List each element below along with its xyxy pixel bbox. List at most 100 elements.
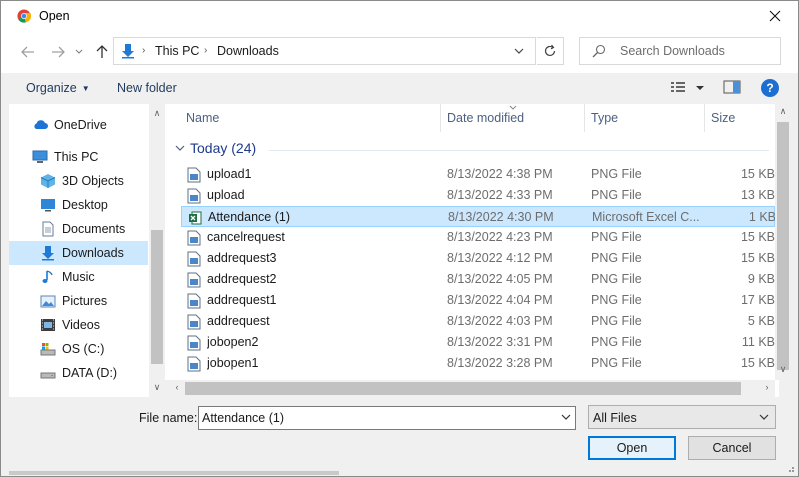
file-type: PNG File [591, 293, 642, 307]
file-name-input[interactable] [199, 407, 554, 429]
back-button[interactable] [17, 41, 39, 63]
command-toolbar: Organize ▼ New folder ? [1, 73, 798, 104]
organize-label: Organize [26, 81, 77, 95]
file-row[interactable]: jobopen2 8/13/2022 3:31 PM PNG File 11 K… [181, 332, 775, 353]
nav-item-downloads[interactable]: Downloads [9, 241, 148, 265]
nav-label: Desktop [62, 198, 108, 212]
file-list-horizontal-scrollbar[interactable]: ‹ › [165, 380, 775, 397]
scrollbar-thumb[interactable] [151, 230, 163, 364]
file-date: 8/13/2022 4:23 PM [447, 230, 553, 244]
resize-grip-icon[interactable] [785, 463, 795, 473]
file-row[interactable]: addrequest3 8/13/2022 4:12 PM PNG File 1… [181, 248, 775, 269]
scrollbar-thumb[interactable] [777, 122, 789, 370]
recent-locations-button[interactable] [73, 41, 85, 63]
new-folder-button[interactable]: New folder [117, 81, 177, 95]
nav-item-pictures[interactable]: Pictures [9, 289, 148, 313]
chevron-down-icon [75, 49, 83, 54]
file-row-selected[interactable]: Attendance (1) 8/13/2022 4:30 PM Microso… [181, 206, 776, 227]
file-size: 15 KB [740, 251, 775, 265]
open-file-dialog: Open › This PC › Downloads Search Downlo… [0, 0, 799, 477]
nav-item-data-d[interactable]: DATA (D:) [9, 361, 148, 385]
search-icon [592, 44, 606, 58]
help-button[interactable]: ? [761, 79, 779, 97]
arrow-right-icon [52, 46, 65, 58]
file-name: jobopen2 [207, 335, 259, 349]
status-strip [9, 471, 339, 475]
file-type-filter[interactable]: All Files [588, 405, 776, 429]
file-type: PNG File [591, 251, 642, 265]
open-button[interactable]: Open [588, 436, 676, 460]
breadcrumb-separator: › [142, 45, 146, 56]
3d-objects-icon [40, 174, 56, 188]
file-name-combobox[interactable] [198, 406, 576, 430]
scroll-down-icon[interactable]: ∨ [775, 364, 791, 375]
scrollbar-thumb[interactable] [185, 382, 741, 395]
chevron-down-icon[interactable] [561, 414, 571, 421]
file-row[interactable]: jobopen1 8/13/2022 3:28 PM PNG File 15 K… [181, 353, 775, 374]
png-file-icon [187, 272, 201, 288]
column-header-size[interactable]: Size [705, 104, 775, 132]
downloads-icon [42, 246, 54, 261]
forward-button[interactable] [47, 41, 69, 63]
change-view-button[interactable] [669, 79, 709, 97]
file-row[interactable]: addrequest2 8/13/2022 4:05 PM PNG File 9… [181, 269, 775, 290]
file-size: 17 KB [740, 293, 775, 307]
png-file-icon [187, 293, 201, 309]
file-row[interactable]: cancelrequest 8/13/2022 4:23 PM PNG File… [181, 227, 775, 248]
caret-down-icon: ▼ [81, 84, 90, 93]
desktop-icon [41, 199, 55, 212]
file-row[interactable]: addrequest1 8/13/2022 4:04 PM PNG File 1… [181, 290, 775, 311]
png-file-icon [187, 167, 201, 183]
refresh-button[interactable] [537, 37, 564, 65]
file-name: addrequest2 [207, 272, 277, 286]
scroll-up-icon[interactable]: ∧ [775, 106, 791, 117]
nav-item-desktop[interactable]: Desktop [9, 193, 148, 217]
scroll-right-icon[interactable]: › [759, 382, 775, 392]
nav-item-documents[interactable]: Documents [9, 217, 148, 241]
nav-item-onedrive[interactable]: OneDrive [9, 113, 148, 137]
up-button[interactable] [91, 41, 113, 63]
navigation-scrollbar[interactable]: ∧ ∨ [149, 104, 165, 397]
preview-pane-button[interactable] [723, 79, 743, 97]
chevron-down-icon[interactable] [512, 44, 526, 58]
breadcrumb-downloads[interactable]: Downloads [217, 44, 279, 58]
breadcrumb-this-pc[interactable]: This PC [155, 44, 199, 58]
organize-menu[interactable]: Organize ▼ [26, 81, 90, 95]
search-box[interactable]: Search Downloads [579, 37, 781, 65]
nav-item-os-c[interactable]: OS (C:) [9, 337, 148, 361]
scroll-up-icon[interactable]: ∧ [149, 108, 165, 119]
nav-item-music[interactable]: Music [9, 265, 148, 289]
breadcrumb-separator: › [204, 45, 208, 56]
file-name: upload1 [207, 167, 252, 181]
file-name: cancelrequest [207, 230, 285, 244]
close-icon [769, 10, 781, 22]
cancel-button[interactable]: Cancel [688, 436, 776, 460]
nav-item-3d-objects[interactable]: 3D Objects [9, 169, 148, 193]
address-bar[interactable]: › This PC › Downloads [113, 37, 536, 65]
nav-label: Pictures [62, 294, 108, 308]
scroll-left-icon[interactable]: ‹ [169, 382, 185, 392]
refresh-icon [544, 44, 556, 57]
search-placeholder: Search Downloads [620, 44, 725, 58]
column-header-name[interactable]: Name [165, 104, 441, 132]
address-row: › This PC › Downloads Search Downloads [1, 31, 798, 73]
file-list-vertical-scrollbar[interactable]: ∧ ∨ [775, 104, 791, 380]
file-row[interactable]: upload1 8/13/2022 4:38 PM PNG File 15 KB [181, 164, 775, 185]
nav-item-this-pc[interactable]: This PC [9, 145, 148, 169]
file-size: 15 KB [740, 167, 775, 181]
close-button[interactable] [752, 1, 798, 31]
arrow-up-icon [96, 45, 108, 58]
column-header-type[interactable]: Type [585, 104, 705, 132]
navigation-pane: OneDrive This PC 3D Objects Desktop Docu… [9, 104, 165, 397]
png-file-icon [187, 251, 201, 267]
png-file-icon [187, 356, 201, 372]
group-divider [269, 150, 769, 151]
file-row[interactable]: upload 8/13/2022 4:33 PM PNG File 13 KB [181, 185, 775, 206]
file-name: Attendance (1) [208, 210, 290, 224]
scroll-down-icon[interactable]: ∨ [149, 382, 165, 393]
file-row[interactable]: addrequest 8/13/2022 4:03 PM PNG File 5 … [181, 311, 775, 332]
nav-item-videos[interactable]: Videos [9, 313, 148, 337]
file-size: 11 KB [741, 335, 775, 349]
file-date: 8/13/2022 3:31 PM [447, 335, 553, 349]
group-header-today[interactable]: Today (24) [175, 140, 256, 156]
